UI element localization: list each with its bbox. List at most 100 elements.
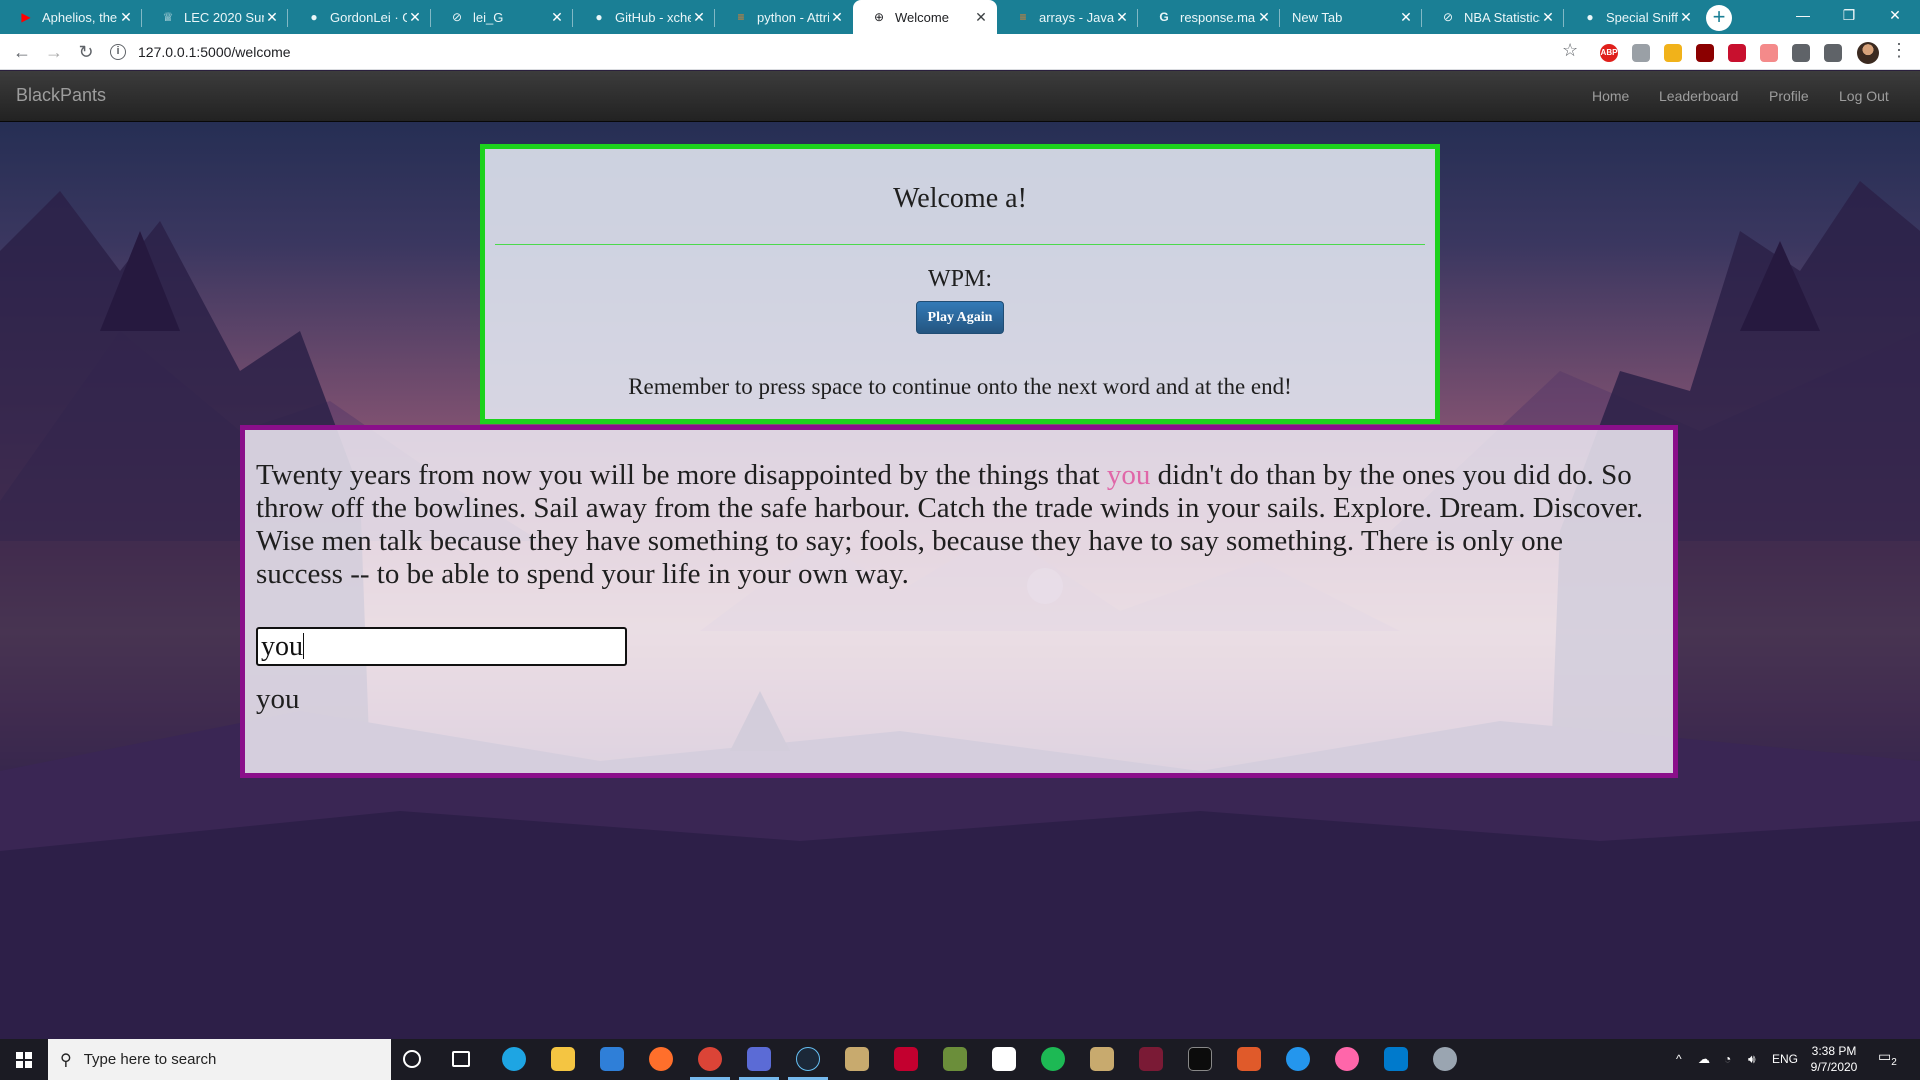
close-icon[interactable]: ✕ — [829, 9, 845, 26]
taskbar-clock[interactable]: 3:38 PM 9/7/2020 — [1806, 1043, 1862, 1075]
start-button[interactable] — [0, 1039, 48, 1080]
github-icon: ● — [595, 10, 603, 24]
github-icon: ● — [310, 10, 318, 24]
close-icon[interactable]: ✕ — [1540, 9, 1556, 26]
close-icon[interactable]: ✕ — [118, 9, 134, 26]
forward-button[interactable]: → — [40, 38, 68, 66]
app-icon[interactable] — [1433, 1047, 1457, 1071]
globe-icon: ⊕ — [873, 10, 885, 24]
file-explorer-icon[interactable] — [551, 1047, 575, 1071]
task-view-icon[interactable] — [452, 1051, 470, 1067]
tab-gordonlei[interactable]: ● GordonLei · Gi ✕ — [288, 0, 431, 34]
terminal-icon[interactable] — [1188, 1047, 1212, 1071]
close-window-button[interactable]: ✕ — [1872, 0, 1918, 30]
site-navbar: BlackPants Home Leaderboard Profile Log … — [0, 71, 1920, 122]
page-title: Welcome a! — [893, 183, 1027, 214]
close-icon[interactable]: ✕ — [691, 9, 707, 26]
minecraft-icon[interactable] — [943, 1047, 967, 1071]
nav-home[interactable]: Home — [1592, 88, 1629, 104]
close-icon[interactable]: ✕ — [407, 9, 423, 26]
docker-icon[interactable] — [1286, 1047, 1310, 1071]
chrome-icon[interactable] — [698, 1047, 722, 1071]
puzzle-icon[interactable] — [1792, 44, 1810, 62]
taskbar-search[interactable]: ⚲ Type here to search — [48, 1039, 391, 1080]
pen-icon[interactable] — [1237, 1047, 1261, 1071]
osu-icon[interactable] — [1335, 1047, 1359, 1071]
steam-icon[interactable] — [796, 1047, 820, 1071]
close-icon[interactable]: ✕ — [1114, 9, 1130, 26]
discord-icon[interactable] — [747, 1047, 771, 1071]
valorant-icon[interactable] — [1139, 1047, 1163, 1071]
angular-icon[interactable] — [894, 1047, 918, 1071]
tab-welcome[interactable]: ⊕ Welcome ✕ — [853, 0, 997, 34]
nav-profile[interactable]: Profile — [1769, 88, 1809, 104]
tab-lec[interactable]: ♕ LEC 2020 Sum ✕ — [142, 0, 288, 34]
edge-icon[interactable] — [502, 1047, 526, 1071]
extension-icon[interactable] — [1760, 44, 1778, 62]
reload-button[interactable]: ↻ — [72, 38, 100, 66]
menu-kebab-icon[interactable]: ⋮ — [1890, 40, 1908, 61]
back-button[interactable]: ← — [8, 38, 36, 66]
vscode-icon[interactable] — [1384, 1047, 1408, 1071]
league-client-icon[interactable] — [1090, 1047, 1114, 1071]
league-icon[interactable] — [845, 1047, 869, 1071]
stackoverflow-icon: ≡ — [737, 10, 745, 24]
minimize-button[interactable]: — — [1780, 0, 1826, 30]
wifi-icon[interactable]: ◔ — [1724, 1039, 1731, 1080]
avatar[interactable] — [1857, 42, 1879, 64]
tab-special-sniffle[interactable]: ● Special Sniffle ✕ — [1564, 0, 1702, 34]
address-bar[interactable]: i 127.0.0.1:5000/welcome — [110, 38, 1570, 66]
close-icon[interactable]: ✕ — [264, 9, 280, 26]
close-icon[interactable]: ✕ — [1256, 9, 1272, 26]
new-tab-button[interactable]: + — [1706, 5, 1732, 31]
tab-lei-g[interactable]: ⊘ lei_G ✕ — [431, 0, 573, 34]
cortana-icon[interactable] — [403, 1050, 421, 1068]
close-icon[interactable]: ✕ — [973, 9, 989, 26]
browser-toolbar: ← → ↻ i 127.0.0.1:5000/welcome ☆ ABP ⋮ — [0, 34, 1920, 70]
nav-logout[interactable]: Log Out — [1839, 88, 1889, 104]
extension-icon[interactable] — [1728, 44, 1746, 62]
extension-icon[interactable] — [1664, 44, 1682, 62]
tab-github-xche[interactable]: ● GitHub - xche ✕ — [573, 0, 715, 34]
onedrive-icon[interactable]: ☁ — [1698, 1039, 1710, 1080]
windows-taskbar: ⚲ Type here to search ^ ☁ ◔ 🔊︎ ENG 3:38 … — [0, 1039, 1920, 1080]
tab-arrays-javascript[interactable]: ≡ arrays - Javasc ✕ — [997, 0, 1138, 34]
typing-input[interactable]: you — [256, 627, 627, 666]
stackoverflow-icon: ≡ — [1019, 10, 1027, 24]
close-icon[interactable]: ✕ — [1678, 9, 1694, 26]
adblock-icon[interactable]: ABP — [1600, 44, 1618, 62]
text-caret — [303, 633, 304, 659]
tab-nba-statistics[interactable]: ⊘ NBA Statistics ✕ — [1422, 0, 1564, 34]
tab-aphelios[interactable]: ▶ Aphelios, the ✕ — [0, 0, 142, 34]
firefox-icon[interactable] — [649, 1047, 673, 1071]
extension-icon[interactable] — [1632, 44, 1650, 62]
tab-new-tab[interactable]: New Tab ✕ — [1280, 0, 1422, 34]
search-icon: ⚲ — [60, 1051, 72, 1069]
info-icon[interactable]: i — [110, 44, 126, 60]
close-icon[interactable]: ✕ — [1398, 9, 1414, 26]
globe-icon: ⊘ — [1442, 10, 1454, 24]
app-icon[interactable] — [992, 1047, 1016, 1071]
brand-link[interactable]: BlackPants — [16, 85, 106, 106]
divider — [495, 244, 1425, 245]
windows-icon — [16, 1051, 32, 1068]
quote-current-word: you — [1106, 459, 1151, 491]
mail-icon[interactable] — [600, 1047, 624, 1071]
search-placeholder: Type here to search — [83, 1051, 217, 1068]
tray-chevron-icon[interactable]: ^ — [1676, 1039, 1682, 1080]
reading-list-icon[interactable] — [1824, 44, 1842, 62]
restore-button[interactable]: ❐ — [1826, 0, 1872, 30]
spotify-icon[interactable] — [1041, 1047, 1065, 1071]
typing-panel: Twenty years from now you will be more d… — [240, 425, 1678, 778]
volume-icon[interactable]: 🔊︎ — [1748, 1039, 1756, 1080]
nav-leaderboard[interactable]: Leaderboard — [1659, 88, 1738, 104]
notification-center-icon[interactable]: ▭2 — [1878, 1048, 1897, 1068]
tab-python-attrib[interactable]: ≡ python - Attrib ✕ — [715, 0, 853, 34]
play-again-button[interactable]: Play Again — [916, 301, 1004, 334]
bookmark-star-icon[interactable]: ☆ — [1562, 40, 1578, 61]
ublock-icon[interactable] — [1696, 44, 1714, 62]
tab-response-map[interactable]: G response.map ✕ — [1138, 0, 1280, 34]
language-indicator[interactable]: ENG — [1772, 1039, 1798, 1080]
close-icon[interactable]: ✕ — [549, 9, 565, 26]
browser-tab-strip: ▶ Aphelios, the ✕ ♕ LEC 2020 Sum ✕ ● Gor… — [0, 0, 1920, 34]
